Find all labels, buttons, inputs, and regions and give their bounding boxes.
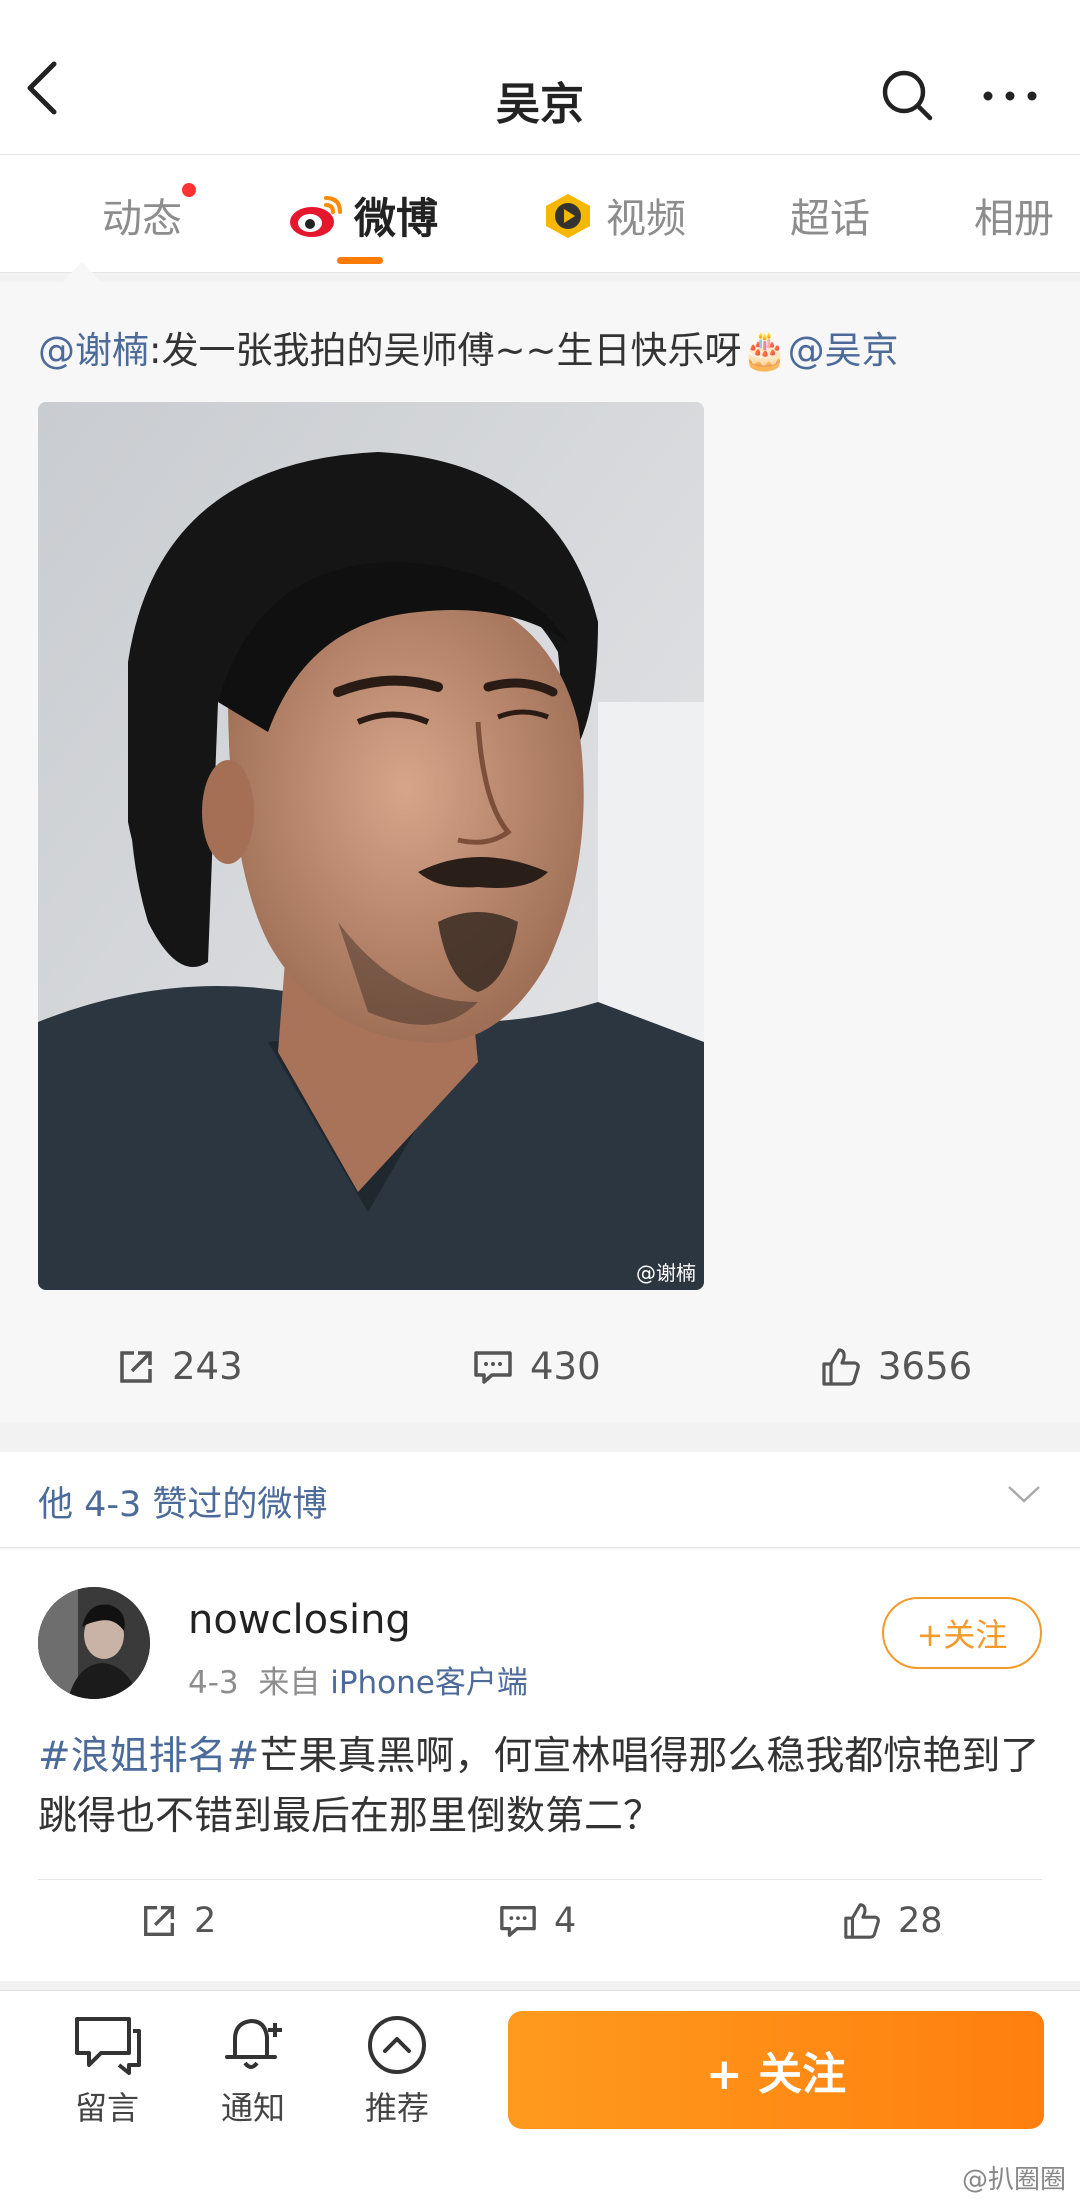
top-nav-bar: 吴京 (0, 0, 1080, 155)
weibo-logo-icon (290, 196, 342, 237)
recommend-button[interactable]: 推荐 (342, 2013, 452, 2129)
mention-author-link[interactable]: @谢楠 (38, 329, 149, 372)
tab-album[interactable]: 相册 (974, 185, 1054, 245)
bottom-action-bar: 留言 通知 推荐 + 关注 @扒圈圈 (0, 1990, 1080, 2208)
follow-button[interactable]: + 关注 (508, 2011, 1044, 2129)
thumbs-up-icon (822, 1347, 860, 1386)
repost-count: 2 (194, 1901, 217, 1941)
notify-label: 通知 (220, 2089, 285, 2127)
repost-card[interactable]: @谢楠:发一张我拍的吴师傅~~生日快乐呀🎂@吴京 @谢楠 243 430 365… (0, 262, 1080, 1422)
post-meta: 4-3 来自 iPhone客户端 (188, 1657, 528, 1702)
repost-stats-bar: 243 430 3656 (0, 1327, 1080, 1417)
liked-post-card[interactable]: nowclosing 4-3 来自 iPhone客户端 +关注 #浪姐排名#芒果… (0, 1549, 1080, 1981)
comment-count: 4 (554, 1901, 577, 1941)
message-label: 留言 (74, 2089, 139, 2127)
video-badge-icon (546, 194, 590, 238)
bell-plus-icon (225, 2019, 282, 2069)
portrait-photo (38, 402, 704, 1290)
photo-watermark: @谢楠 (636, 1261, 696, 1285)
chevron-up-circle-icon (368, 2016, 426, 2074)
mention-target-link[interactable]: @吴京 (788, 329, 899, 372)
follow-user-button[interactable]: +关注 (882, 1597, 1042, 1669)
tab-video[interactable]: 视频 (540, 185, 686, 245)
comment-icon (474, 1350, 512, 1384)
comment-button[interactable]: 4 (498, 1901, 576, 1941)
more-dots-icon (983, 91, 1037, 101)
comment-count: 430 (530, 1345, 601, 1388)
like-count: 28 (898, 1901, 943, 1941)
post-photo[interactable]: @谢楠 (38, 402, 704, 1290)
cake-emoji: 🎂 (741, 329, 788, 372)
tab-label: 超话 (790, 196, 870, 242)
tab-super-topic[interactable]: 超话 (790, 185, 870, 245)
liked-posts-header[interactable]: 他 4-3 赞过的微博 (0, 1452, 1080, 1548)
post-from-prefix: 来自 (258, 1665, 321, 1701)
like-button[interactable]: 3656 (820, 1345, 972, 1388)
avatar[interactable] (38, 1587, 150, 1699)
repost-count: 243 (172, 1345, 243, 1388)
repost-button[interactable]: 243 (116, 1345, 243, 1388)
share-icon (144, 1906, 174, 1936)
tab-label: 视频 (606, 196, 686, 242)
repost-body: :发一张我拍的吴师傅~~生日快乐呀 (149, 329, 742, 372)
notification-dot (182, 183, 196, 197)
search-icon (882, 70, 933, 121)
search-button[interactable] (880, 68, 940, 128)
repost-text: @谢楠:发一张我拍的吴师傅~~生日快乐呀🎂@吴京 (38, 320, 899, 374)
active-tab-indicator (337, 257, 383, 264)
like-button[interactable]: 28 (842, 1901, 943, 1941)
tab-dynamics[interactable]: 动态 (102, 183, 196, 245)
profile-tabs: 动态 微博 视频 超话 相册 (0, 155, 1080, 273)
tab-label: 动态 (102, 196, 182, 242)
user-avatar-image (38, 1587, 150, 1699)
comment-button[interactable]: 430 (472, 1345, 601, 1388)
post-date: 4-3 (188, 1665, 239, 1701)
thumbs-up-icon (844, 1903, 880, 1939)
tab-label: 微博 (354, 193, 439, 243)
like-count: 3656 (878, 1345, 973, 1388)
tab-label: 相册 (974, 196, 1054, 242)
post-text: #浪姐排名#芒果真黑啊，何宣林唱得那么稳我都惊艳到了跳得也不错到最后在那里倒数第… (38, 1727, 1042, 1847)
corner-watermark: @扒圈圈 (961, 2165, 1066, 2195)
repost-button[interactable]: 2 (140, 1901, 216, 1941)
tab-weibo[interactable]: 微博 (288, 185, 438, 245)
divider (38, 1879, 1042, 1880)
liked-posts-label: 他 4-3 赞过的微博 (38, 1485, 328, 1525)
hashtag-link[interactable]: #浪姐排名# (38, 1734, 259, 1779)
comment-icon (500, 1906, 536, 1937)
message-button[interactable]: 留言 (52, 2013, 162, 2129)
notify-button[interactable]: 通知 (198, 2013, 308, 2129)
message-bubble-icon (75, 2017, 141, 2075)
username[interactable]: nowclosing (188, 1597, 411, 1643)
more-options-button[interactable] (980, 68, 1050, 128)
post-source[interactable]: iPhone客户端 (330, 1665, 528, 1701)
share-icon (120, 1350, 152, 1383)
recommend-label: 推荐 (364, 2089, 429, 2127)
chevron-down-icon (1008, 1486, 1040, 1503)
